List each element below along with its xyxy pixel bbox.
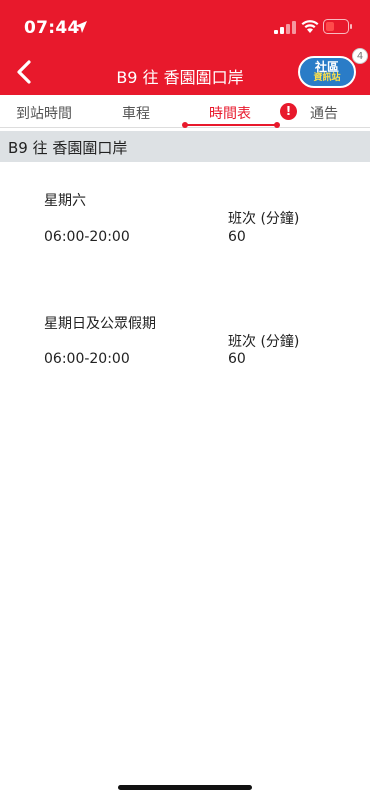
- cellular-signal-icon: [274, 21, 296, 34]
- nav-bar: B9 往 香園圍口岸 社區 資訊站: [0, 52, 370, 95]
- tab-bar: 到站時間 車程 時間表 通告: [0, 95, 370, 128]
- frequency-value: 60: [228, 351, 246, 367]
- community-info-logo: 社區 資訊站: [298, 56, 356, 88]
- frequency-value: 60: [228, 229, 246, 245]
- schedule-day: 星期日及公眾假期: [44, 316, 156, 332]
- status-time: 07:44: [24, 18, 80, 38]
- status-bar: 07:44: [0, 0, 370, 50]
- community-info-button[interactable]: 社區 資訊站: [296, 54, 358, 90]
- app-header: 07:44 B9 往 香園圍口岸 社區 資訊站 4: [0, 0, 370, 95]
- route-heading-text: B9 往 香園圍口岸: [8, 139, 128, 157]
- wifi-icon: [301, 20, 319, 33]
- chevron-left-icon: [17, 60, 31, 84]
- home-indicator[interactable]: [118, 785, 252, 790]
- time-range: 06:00-20:00: [44, 229, 130, 245]
- frequency-header: 班次 (分鐘): [228, 334, 300, 350]
- page-title: B9 往 香園圍口岸: [116, 68, 244, 87]
- frequency-header: 班次 (分鐘): [228, 211, 300, 227]
- notification-badge: 4: [352, 48, 368, 64]
- location-arrow-icon: [75, 21, 87, 33]
- time-range: 06:00-20:00: [44, 351, 130, 367]
- tab-arrival-time[interactable]: 到站時間: [16, 103, 72, 123]
- alert-icon: !: [280, 103, 297, 120]
- community-info-label-2: 資訊站: [313, 73, 341, 83]
- active-tab-indicator: [182, 122, 280, 128]
- back-button[interactable]: [10, 56, 38, 88]
- tab-notices[interactable]: 通告: [310, 103, 338, 123]
- community-info-label-1: 社區: [314, 60, 339, 74]
- tab-journey[interactable]: 車程: [122, 103, 150, 123]
- schedule-day: 星期六: [44, 193, 86, 209]
- battery-icon: [323, 19, 352, 34]
- route-heading: B9 往 香園圍口岸: [0, 131, 370, 162]
- tab-timetable[interactable]: 時間表: [209, 103, 251, 123]
